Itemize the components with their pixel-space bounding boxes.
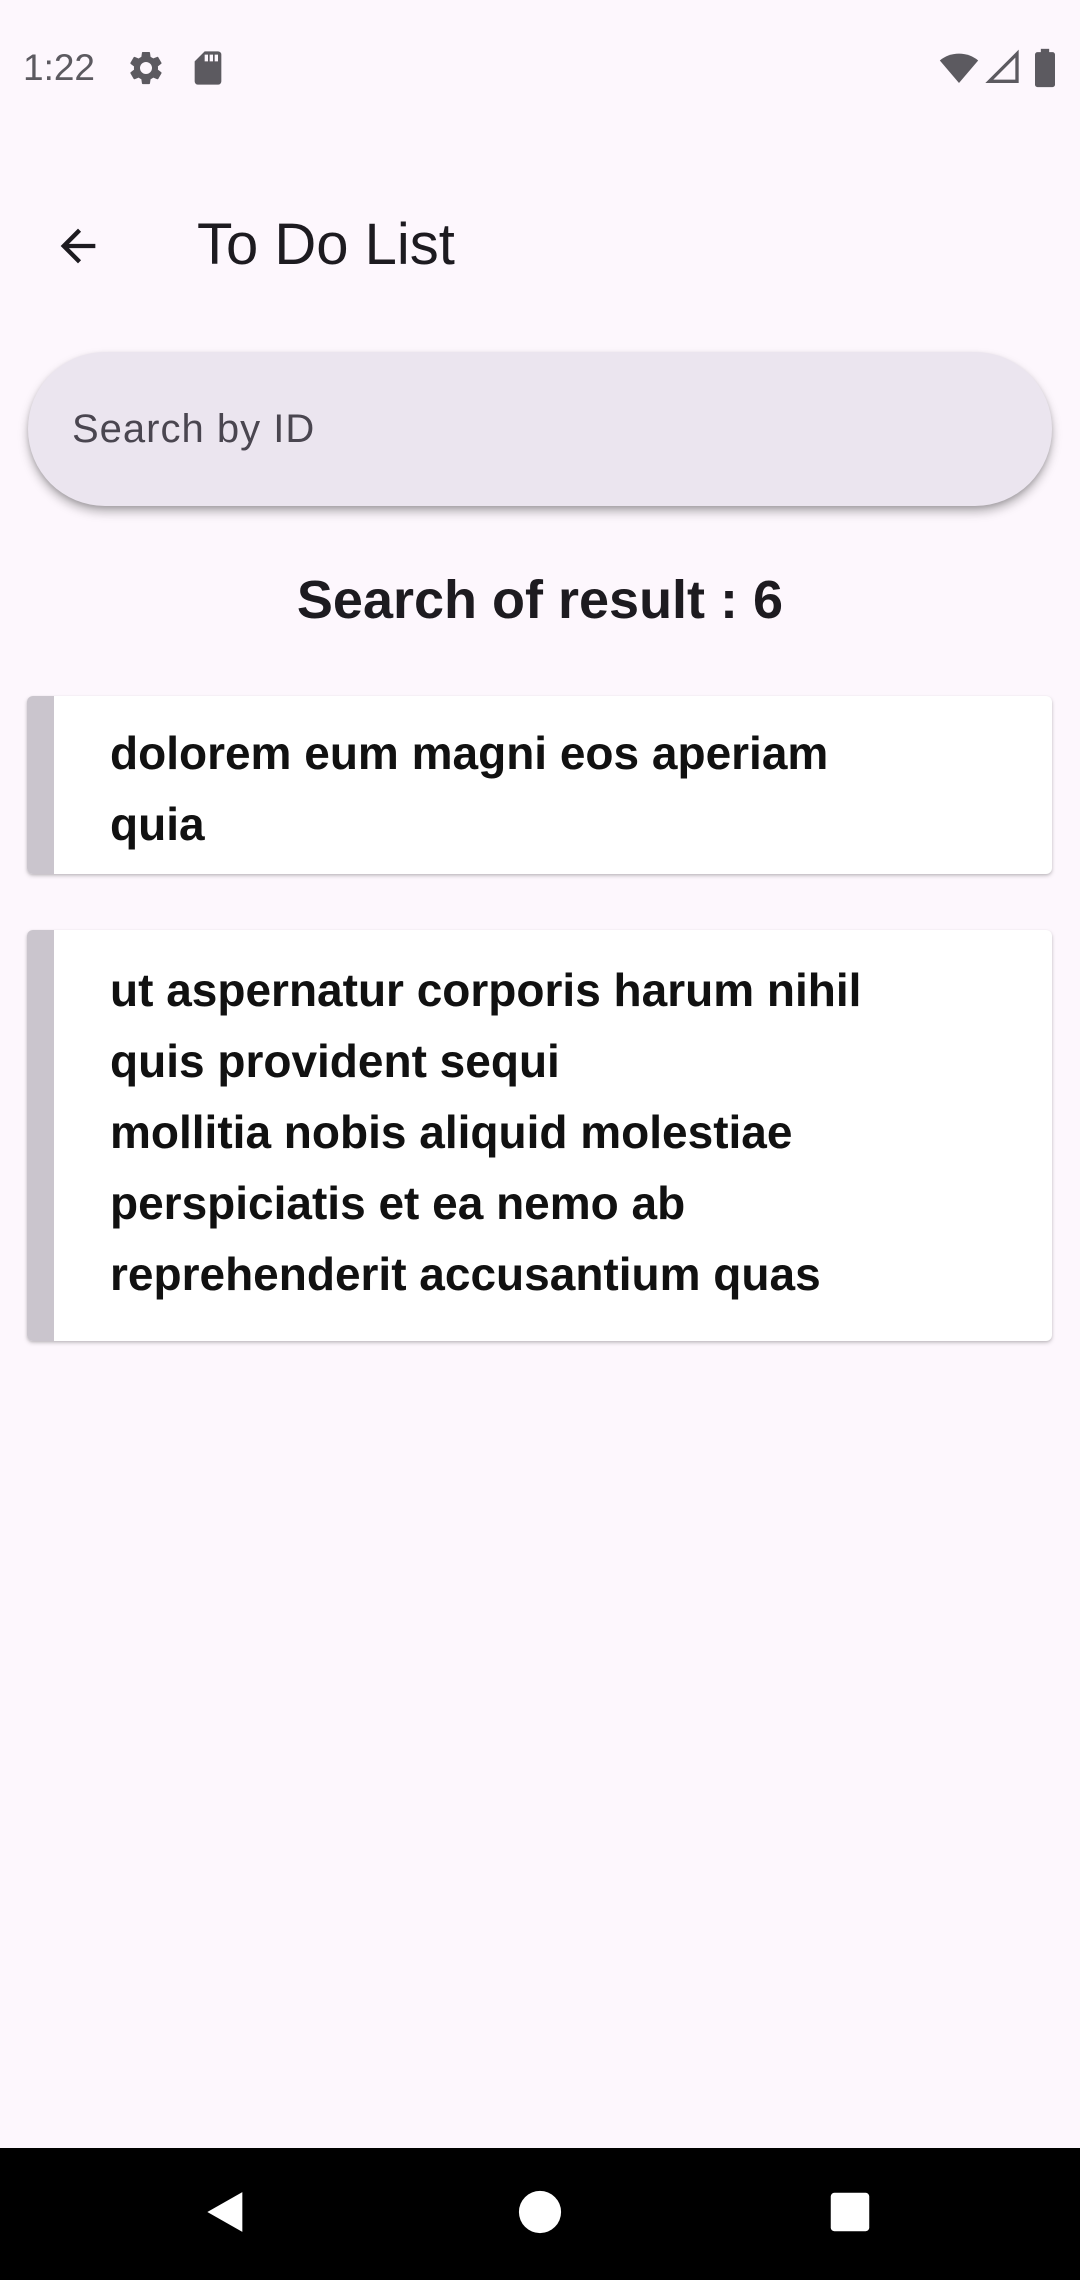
gear-icon [126,48,166,88]
status-time: 1:22 [23,47,96,88]
nav-back-button[interactable] [186,2174,266,2254]
back-triangle-icon [198,2184,254,2245]
result-card[interactable]: dolorem eum magni eos aperiam quia [27,696,1052,874]
result-card[interactable]: ut aspernatur corporis harum nihil quis … [27,930,1052,1341]
recents-square-icon [828,2190,872,2239]
status-bar: 1:22 [0,0,1080,136]
system-nav-bar [0,2148,1080,2280]
result-text: dolorem eum magni eos aperiam quia [110,727,829,850]
nav-recents-button[interactable] [810,2174,890,2254]
sd-card-icon [188,48,228,88]
nav-home-button[interactable] [500,2174,580,2254]
battery-icon [1032,48,1058,88]
search-input[interactable] [72,352,1012,506]
back-button[interactable] [30,200,126,296]
app-bar: To Do List [0,180,1080,310]
card-accent-bar [27,930,54,1341]
page-title: To Do List [197,212,455,277]
screen: 1:22 To Do List Search by ID Search of r… [0,0,1080,2280]
wifi-icon [938,48,980,88]
signal-icon [982,48,1022,88]
card-accent-bar [27,696,54,874]
arrow-left-icon [52,220,104,277]
search-bar[interactable] [28,352,1052,506]
result-text: ut aspernatur corporis harum nihil quis … [110,964,862,1300]
result-count: Search of result : 6 [296,570,784,630]
home-circle-icon [517,2189,563,2240]
